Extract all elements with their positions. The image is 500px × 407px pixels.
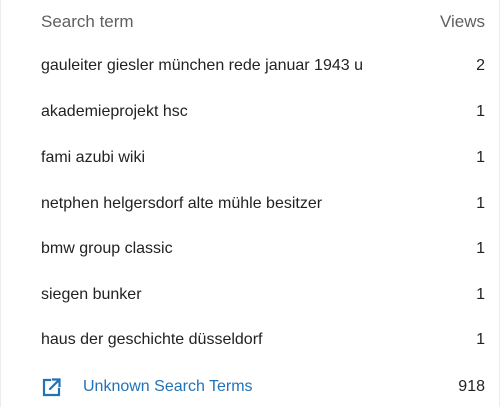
table-header: Search term Views: [1, 0, 499, 42]
table-row: haus der geschichte düsseldorf 1: [1, 320, 499, 366]
view-count: 1: [476, 286, 485, 303]
search-term: haus der geschichte düsseldorf: [41, 331, 263, 348]
table-row: netphen helgersdorf alte mühle besitzer …: [1, 184, 499, 230]
external-link-icon[interactable]: [41, 376, 63, 398]
search-term: siegen bunker: [41, 286, 142, 303]
search-term: netphen helgersdorf alte mühle besitzer: [41, 195, 323, 212]
table-row: siegen bunker 1: [1, 275, 499, 321]
search-terms-panel: Search term Views gauleiter giesler münc…: [0, 0, 500, 407]
column-header-views: Views: [439, 12, 485, 31]
table-row: bmw group classic 1: [1, 229, 499, 275]
unknown-search-terms-count: 918: [458, 378, 485, 395]
table-row: gauleiter giesler münchen rede januar 19…: [1, 46, 499, 92]
view-count: 1: [476, 103, 485, 120]
search-term: bmw group classic: [41, 240, 173, 257]
table-row: akademieprojekt hsc 1: [1, 92, 499, 138]
table-footer: Unknown Search Terms 918: [1, 366, 499, 406]
unknown-search-terms-link[interactable]: Unknown Search Terms: [83, 378, 253, 396]
search-term: fami azubi wiki: [41, 149, 146, 166]
view-count: 1: [476, 149, 485, 166]
search-term: gauleiter giesler münchen rede januar 19…: [41, 57, 363, 74]
view-count: 2: [476, 57, 485, 74]
column-header-search-term: Search term: [41, 12, 134, 31]
table-row: fami azubi wiki 1: [1, 138, 499, 184]
view-count: 1: [476, 240, 485, 257]
view-count: 1: [476, 331, 485, 348]
search-term: akademieprojekt hsc: [41, 103, 188, 120]
view-count: 1: [476, 195, 485, 212]
